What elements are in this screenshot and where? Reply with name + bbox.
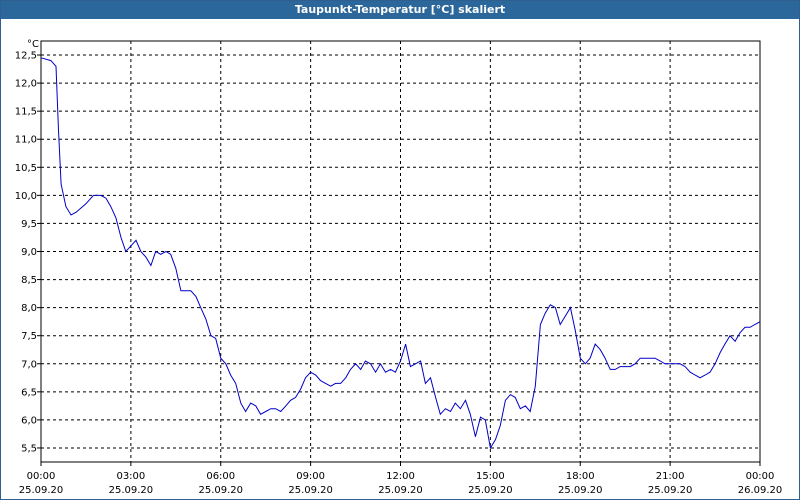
y-axis-unit: °C xyxy=(27,39,39,50)
y-tick-label: 8,0 xyxy=(21,303,37,314)
y-tick-label: 7,0 xyxy=(21,359,37,370)
y-tick-label: 7,5 xyxy=(21,331,37,342)
x-tick-date: 25.09.20 xyxy=(19,485,64,496)
x-tick-date: 26.09.20 xyxy=(738,485,783,496)
x-tick-time: 06:00 xyxy=(206,471,235,482)
grid xyxy=(41,41,760,462)
x-tick-time: 00:00 xyxy=(746,471,775,482)
y-tick-label: 11,5 xyxy=(15,107,37,118)
y-tick-label: 10,0 xyxy=(15,191,37,202)
y-tick-label: 6,0 xyxy=(21,415,37,426)
y-tick-label: 5,5 xyxy=(21,443,37,454)
dew-point-chart: 5,5 6,0 6,5 7,0 7,5 8,0 8,5 9,0 9,5 10,0 10,5 11,0 1… xyxy=(15,39,783,496)
x-tick-time: 21:00 xyxy=(656,471,685,482)
x-tick-time: 09:00 xyxy=(296,471,325,482)
x-tick-date: 25.09.20 xyxy=(198,485,243,496)
y-tick-label: 12,0 xyxy=(15,79,37,90)
tick-labels: 5,5 6,0 6,5 7,0 7,5 8,0 8,5 9,0 9,5 10,0 10,5 11,0 1… xyxy=(15,39,783,496)
x-tick-date: 25.09.20 xyxy=(648,485,693,496)
axes xyxy=(37,40,761,466)
x-tick-date: 25.09.20 xyxy=(288,485,333,496)
chart-window: Taupunkt-Temperatur [°C] skaliert 5,5 6,0… xyxy=(0,0,800,500)
y-tick-label: 12,5 xyxy=(15,51,37,62)
x-tick-date: 25.09.20 xyxy=(558,485,603,496)
x-tick-time: 15:00 xyxy=(476,471,505,482)
x-tick-date: 25.09.20 xyxy=(109,485,154,496)
x-tick-time: 12:00 xyxy=(386,471,415,482)
y-tick-label: 8,5 xyxy=(21,275,37,286)
x-tick-time: 00:00 xyxy=(27,471,56,482)
x-tick-date: 25.09.20 xyxy=(378,485,423,496)
x-tick-time: 18:00 xyxy=(566,471,595,482)
y-tick-label: 9,0 xyxy=(21,247,37,258)
y-tick-label: 6,5 xyxy=(21,387,37,398)
y-tick-label: 11,0 xyxy=(15,135,37,146)
y-tick-label: 9,5 xyxy=(21,219,37,230)
x-tick-date: 25.09.20 xyxy=(468,485,513,496)
y-tick-label: 10,5 xyxy=(15,163,37,174)
window-title: Taupunkt-Temperatur [°C] skaliert xyxy=(1,1,799,19)
x-tick-time: 03:00 xyxy=(116,471,145,482)
